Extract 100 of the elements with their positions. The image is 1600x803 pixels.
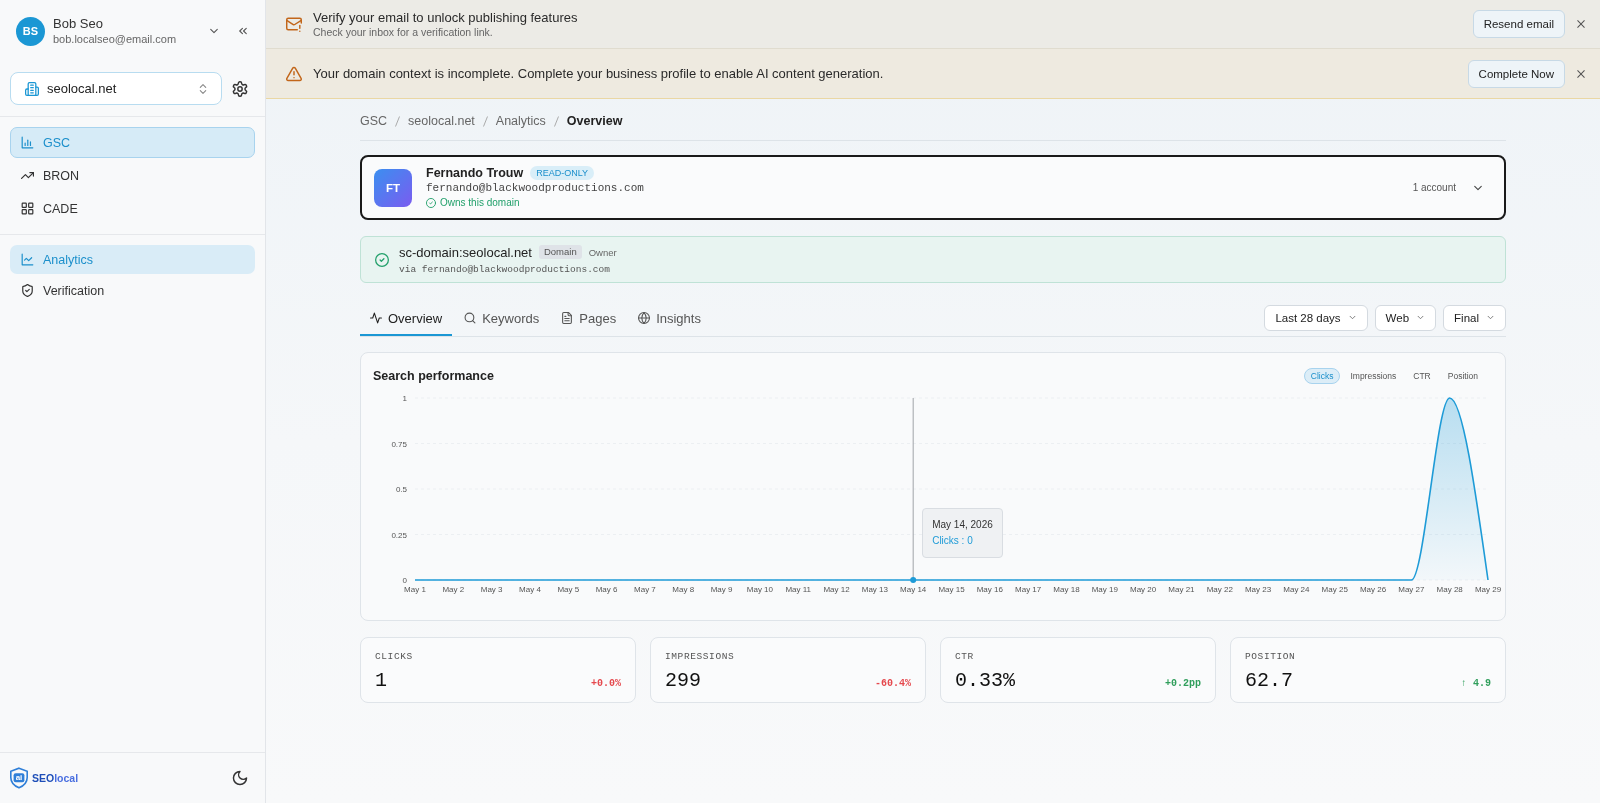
metric-label: CTR <box>955 650 974 664</box>
x-axis-label: May 8 <box>672 585 695 594</box>
x-axis-label: May 4 <box>519 585 541 594</box>
breadcrumb-link[interactable]: Analytics <box>495 113 546 129</box>
metric-value: 1 <box>375 669 387 693</box>
mail-alert-icon <box>286 16 302 32</box>
banner-action-button[interactable]: Complete Now <box>1467 59 1565 88</box>
metric-toggle[interactable]: Impressions <box>1343 368 1404 384</box>
building-icon <box>25 81 39 96</box>
x-axis-label: May 17 <box>1015 585 1042 594</box>
filter-dropdown[interactable]: Final <box>1443 304 1506 331</box>
breadcrumb-link[interactable]: seolocal.net <box>408 113 475 129</box>
line-chart-icon <box>21 253 34 266</box>
chevron-down-icon <box>1347 313 1357 322</box>
metric-change: ↑ 4.9 <box>1461 678 1491 689</box>
tab[interactable]: Overview <box>360 299 453 336</box>
x-axis-label: May 24 <box>1283 585 1310 594</box>
nav-item[interactable]: BRON <box>10 160 255 191</box>
x-axis-label: May 2 <box>442 585 465 594</box>
banner-subtitle: Check your inbox for a verification link. <box>313 25 493 39</box>
x-axis-label: May 11 <box>785 585 812 594</box>
property-name: sc-domain:seolocal.net <box>399 243 532 261</box>
brand-logo[interactable]: ai SEOlocal <box>9 767 79 789</box>
x-axis-label: May 25 <box>1321 585 1348 594</box>
globe-icon <box>638 312 651 324</box>
x-axis-label: May 7 <box>634 585 656 594</box>
account-card[interactable]: FT Fernando Trouw READ-ONLY fernando@blackwoodproductions.com Owns this domain 1 account <box>360 155 1506 220</box>
slash-icon <box>395 115 401 127</box>
metric-value: 299 <box>665 669 701 693</box>
chevrons-up-down-icon <box>197 82 209 95</box>
metric-change: +0.2pp <box>1165 678 1201 689</box>
x-axis-label: May 12 <box>823 585 850 594</box>
check-circle-icon <box>375 252 389 267</box>
y-axis-label: 1 <box>402 394 407 403</box>
metric-value: 0.33% <box>955 669 1015 693</box>
x-axis-label: May 5 <box>557 585 580 594</box>
filter-dropdown[interactable]: Last 28 days <box>1264 304 1368 331</box>
y-axis-label: 0 <box>402 576 407 585</box>
tab[interactable]: Insights <box>628 299 711 336</box>
nav-item[interactable]: CADE <box>10 193 255 224</box>
metric-change: +0.0% <box>591 678 621 689</box>
x-axis-label: May 22 <box>1206 585 1233 594</box>
domain-select[interactable]: seolocal.net <box>10 72 222 105</box>
x-axis-label: May 14 <box>900 585 927 594</box>
breadcrumb-link[interactable]: GSC <box>360 113 388 129</box>
x-axis-label: May 29 <box>1474 585 1502 594</box>
x-axis-label: May 15 <box>938 585 965 594</box>
warning-icon <box>286 65 302 82</box>
x-axis-label: May 3 <box>480 585 503 594</box>
bar-chart-icon <box>21 136 34 149</box>
slash-icon <box>553 115 559 127</box>
y-axis-label: 0.25 <box>391 530 407 540</box>
close-icon[interactable] <box>1575 18 1587 30</box>
x-axis-label: May 10 <box>746 585 773 594</box>
account-count: 1 account <box>1412 182 1456 193</box>
nav-item[interactable]: Verification <box>10 276 255 305</box>
ownership-status: Owns this domain <box>440 196 520 210</box>
property-role: Owner <box>588 246 617 258</box>
metric-toggle[interactable]: Position <box>1440 368 1485 384</box>
close-icon[interactable] <box>1575 67 1587 80</box>
metric-label: POSITION <box>1245 650 1296 664</box>
settings-icon[interactable] <box>232 80 248 97</box>
account-avatar: FT <box>374 168 412 207</box>
x-axis-label: May 28 <box>1436 585 1463 594</box>
chart-title: Search performance <box>373 369 494 383</box>
filter-dropdown[interactable]: Web <box>1374 304 1437 331</box>
x-axis-label: May 23 <box>1244 585 1272 594</box>
banner-action-button[interactable]: Resend email <box>1472 10 1565 38</box>
y-axis-label: 0.5 <box>395 485 407 494</box>
metric-value: 62.7 <box>1245 669 1293 693</box>
metric-toggle[interactable]: CTR <box>1406 368 1438 384</box>
chevron-down-icon <box>1416 313 1426 322</box>
x-axis-label: May 1 <box>404 585 426 594</box>
account-email: fernando@blackwoodproductions.com <box>426 181 644 196</box>
banner-title: Your domain context is incomplete. Complete your business profile to enable AI content generation. <box>313 65 884 82</box>
property-owner-email: via fernando@blackwoodproductions.com <box>399 262 610 276</box>
x-axis-label: May 6 <box>595 585 618 594</box>
x-axis-label: May 18 <box>1053 585 1080 594</box>
moon-icon[interactable] <box>232 770 248 786</box>
document-icon <box>561 312 574 324</box>
account-name: Fernando Trouw <box>426 165 524 181</box>
property-type-badge: Domain <box>538 245 582 259</box>
collapse-sidebar-icon[interactable] <box>237 25 249 37</box>
shield-check-icon <box>21 284 34 297</box>
x-axis-label: May 21 <box>1168 585 1195 594</box>
user-email: bob.localseo@email.com <box>53 32 177 46</box>
x-axis-label: May 9 <box>710 585 733 594</box>
access-badge: READ-ONLY <box>530 166 595 180</box>
metric-change: -60.4% <box>875 678 911 689</box>
chevron-down-icon <box>1486 313 1495 322</box>
x-axis-label: May 26 <box>1359 585 1387 594</box>
trending-up-icon <box>21 169 34 182</box>
y-axis-label: 0.75 <box>391 439 407 449</box>
check-circle-icon <box>426 198 436 208</box>
search-icon <box>464 312 477 324</box>
metric-label: IMPRESSIONS <box>665 650 735 664</box>
x-axis-label: May 13 <box>861 585 888 594</box>
metric-label: CLICKS <box>375 650 413 664</box>
tab[interactable]: Pages <box>551 299 627 336</box>
tab[interactable]: Keywords <box>454 299 550 336</box>
